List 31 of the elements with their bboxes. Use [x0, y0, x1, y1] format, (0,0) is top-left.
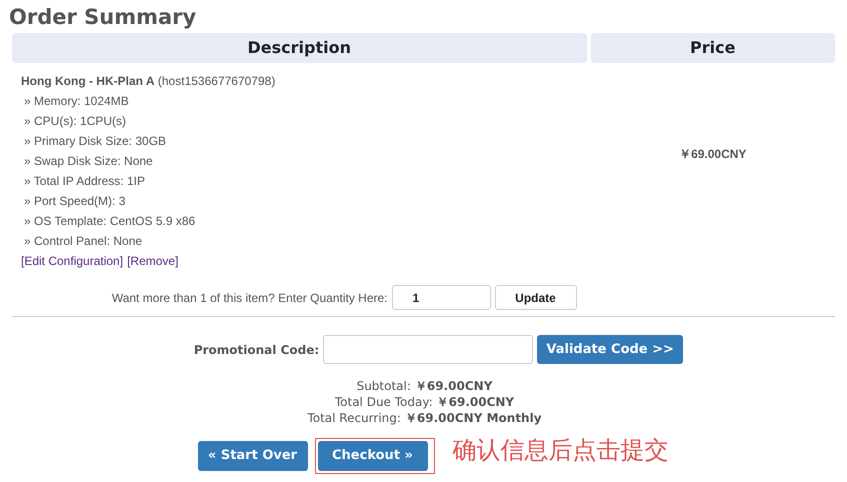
total-label: Subtotal:: [356, 378, 411, 394]
quantity-label: Want more than 1 of this item? Enter Quantity Here:: [112, 290, 388, 306]
host-name: (host1536677670798): [158, 74, 276, 88]
total-value: ￥69.00CNY: [414, 378, 492, 394]
promo-label: Promotional Code:: [194, 342, 320, 358]
update-button[interactable]: Update: [494, 285, 577, 310]
nav-button[interactable]: Checkout »: [318, 441, 428, 471]
config-option: » CPU(s): 1CPU(s): [21, 111, 126, 131]
config-option: » Port Speed(M): 3: [21, 191, 126, 211]
page-title: Order Summary: [9, 4, 198, 30]
config-option: » Total IP Address: 1IP: [21, 171, 145, 191]
total-value: ￥69.00CNY: [436, 394, 514, 410]
item-name: Hong Kong - HK-Plan A: [21, 74, 155, 88]
total-value: ￥69.00CNY Monthly: [404, 410, 542, 426]
text-link[interactable]: [Edit Configuration]: [21, 251, 124, 271]
price-text: ￥69.00CNY: [679, 146, 746, 162]
text-link[interactable]: [Remove]: [127, 251, 178, 271]
quantity-field[interactable]: 1: [392, 285, 491, 310]
promo-code-field[interactable]: [323, 335, 534, 364]
config-option: » OS Template: CentOS 5.9 x86: [21, 211, 196, 231]
column-header: Description: [12, 33, 586, 63]
config-option: » Primary Disk Size: 30GB: [21, 131, 166, 151]
nav-button[interactable]: « Start Over: [198, 441, 308, 471]
annotation-text: 确认信息后点击提交: [452, 435, 668, 466]
config-option: » Swap Disk Size: None: [21, 151, 153, 171]
config-option: » Control Panel: None: [21, 231, 142, 251]
config-option: » Memory: 1024MB: [21, 91, 129, 111]
validate-code-button[interactable]: Validate Code >>: [537, 335, 684, 364]
column-header: Price: [590, 33, 835, 63]
total-label: Total Recurring:: [307, 410, 401, 426]
total-label: Total Due Today:: [334, 394, 433, 410]
